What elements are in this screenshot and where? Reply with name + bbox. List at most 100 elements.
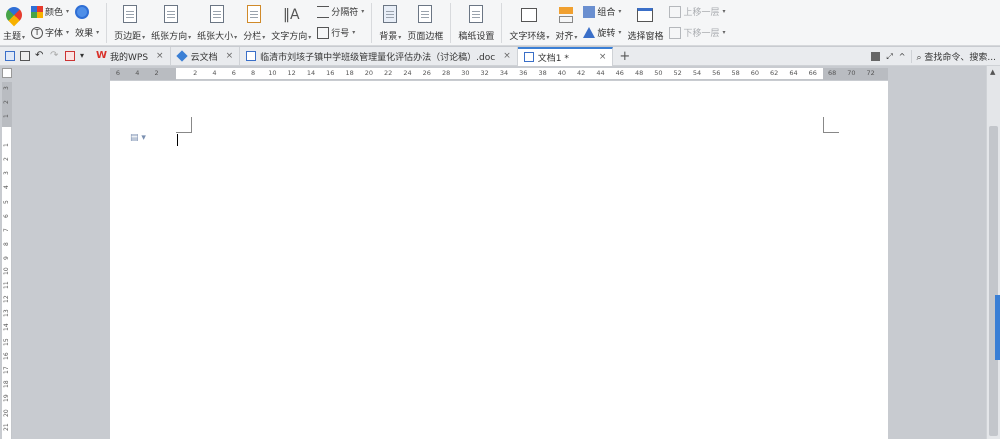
tab-cloud-docs[interactable]: 云文档 × — [171, 46, 241, 66]
ruler-tick-label: 3 — [3, 171, 10, 176]
ruler-tick-label: 42 — [577, 69, 586, 77]
bring-forward-button[interactable]: 上移一层 ▾ — [669, 4, 725, 19]
document-tab-bar: ↶ ↷ ▾ W 我的WPS × 云文档 × 临清市刘垓子镇中学班级管理量化评估办… — [0, 46, 1000, 66]
redo-icon[interactable]: ↷ — [50, 51, 60, 61]
email-icon[interactable] — [65, 51, 75, 61]
wrap-text-button[interactable]: 文字环绕▾ — [506, 2, 552, 44]
breaks-button[interactable]: 分隔符 ▾ — [317, 4, 364, 19]
document-page[interactable]: ▤ ▾ — [110, 81, 888, 439]
effect-icon — [75, 4, 90, 19]
ruler-tick-label: 2 — [193, 69, 198, 77]
ruler-tick-label: 18 — [345, 69, 354, 77]
ruler-tick-label: 11 — [3, 281, 10, 289]
ruler-tick-label: 20 — [3, 408, 10, 417]
ruler-tick-label: 2 — [3, 100, 10, 105]
close-icon[interactable]: × — [599, 52, 607, 62]
ruler-tick-label: 24 — [403, 69, 412, 77]
columns-button[interactable]: 分栏▾ — [240, 2, 268, 44]
align-button[interactable]: 对齐▾ — [552, 2, 580, 44]
close-icon[interactable]: × — [226, 51, 234, 61]
margins-button[interactable]: 页边距▾ — [111, 2, 148, 44]
rotate-button[interactable]: 旋转 ▾ — [583, 25, 621, 40]
ruler-tick-label: 38 — [538, 69, 547, 77]
ruler-tick-label: 60 — [750, 69, 760, 77]
ruler-tick-label: 4 — [212, 69, 217, 77]
ruler-tick-label: 58 — [731, 69, 740, 77]
ruler-tick-label: 2 — [3, 157, 10, 161]
ruler-tick-label: 18 — [3, 380, 10, 389]
document-icon — [246, 51, 257, 61]
page-setup-group: 页边距▾ 纸张方向▾ 纸张大小▾ 分栏▾ ‖A 文字方向▾ 分隔符 ▾ 行号 ▾ — [111, 0, 367, 46]
customize-dropdown-icon[interactable]: ▾ — [80, 51, 90, 61]
ruler-tick-label: 7 — [3, 228, 10, 232]
ruler-tick-label: 1 — [3, 142, 10, 147]
cloud-docs-icon — [175, 50, 188, 62]
print-icon[interactable] — [20, 51, 30, 61]
ruler-tick-label: 10 — [268, 69, 277, 77]
ruler-tick-label: 26 — [422, 69, 431, 77]
tab-document-doc[interactable]: 临清市刘垓子镇中学班级管理量化评估办法（讨论稿）.doc × — [240, 46, 518, 66]
close-icon[interactable]: × — [503, 51, 511, 61]
ruler-tick-label: 20 — [364, 69, 374, 77]
command-search[interactable]: ⌕ 查找命令、搜索... — [911, 50, 996, 63]
font-button[interactable]: T 字体 ▾ — [31, 25, 69, 40]
vertical-scrollbar[interactable]: ▲ — [986, 66, 1000, 439]
send-backward-button[interactable]: 下移一层 ▾ — [669, 25, 725, 40]
effect-button[interactable]: 效果 ▾ — [75, 25, 99, 40]
orientation-button[interactable]: 纸张方向▾ — [148, 2, 194, 44]
paper-size-button[interactable]: 纸张大小▾ — [194, 2, 240, 44]
tab-document1[interactable]: 文档1 * × — [517, 46, 614, 66]
ruler-tick-label: 9 — [3, 256, 10, 261]
ruler-tick-label: 1 — [3, 114, 10, 119]
background-button[interactable]: 背景▾ — [376, 2, 404, 44]
new-tab-button[interactable]: + — [613, 49, 636, 64]
ruler-tick-label: 32 — [480, 69, 489, 77]
ruler-tick-label: 15 — [3, 337, 10, 346]
selection-pane-button[interactable]: 选择窗格 — [624, 2, 666, 44]
separator — [106, 3, 108, 43]
margins-icon — [120, 5, 140, 25]
ruler-tick-label: 64 — [789, 69, 798, 77]
skin-icon[interactable] — [871, 52, 881, 61]
ruler-tick-label: 17 — [3, 366, 10, 374]
vertical-ruler[interactable]: 3 2 1 1 2 3 4 5 6 7 8 9 10 11 12 13 14 15 16 17 18 19 20 21 — [2, 82, 12, 439]
ruler-tick-label: 2 — [154, 69, 159, 77]
horizontal-ruler[interactable]: 6 4 2 2 4 6 8 10 12 14 16 18 20 22 24 26 28 30 32 34 36 38 40 4… — [110, 68, 888, 80]
paragraph-layout-icon[interactable]: ▤ ▾ — [130, 133, 146, 143]
undo-icon[interactable]: ↶ — [35, 51, 45, 61]
color-button[interactable]: 颜色 ▾ — [31, 4, 69, 19]
ruler-tick-label: 54 — [692, 69, 702, 77]
save-icon[interactable] — [5, 51, 15, 61]
effect-shape-button[interactable] — [75, 4, 99, 19]
search-icon: ⌕ — [916, 53, 922, 63]
close-icon[interactable]: × — [156, 51, 164, 61]
document-icon — [523, 52, 534, 62]
ruler-tick-label: 52 — [673, 69, 682, 77]
wrap-text-icon — [519, 5, 539, 25]
ruler-corner[interactable] — [2, 68, 12, 78]
wps-logo-icon: W — [96, 50, 108, 61]
scroll-up-icon[interactable]: ▲ — [990, 68, 995, 76]
ruler-tick-label: 50 — [654, 69, 663, 77]
page-border-button[interactable]: 页面边框 — [404, 2, 446, 44]
text-direction-button[interactable]: ‖A 文字方向▾ — [268, 2, 314, 44]
ruler-tick-label: 30 — [461, 69, 470, 77]
side-panel-handle[interactable] — [995, 295, 1000, 360]
manuscript-button[interactable]: 稿纸设置 — [455, 2, 497, 44]
columns-icon — [244, 5, 264, 25]
ruler-tick-label: 62 — [770, 69, 779, 77]
align-icon — [556, 5, 576, 25]
margin-marker-top-left — [176, 117, 192, 133]
collapse-icon[interactable]: ^ — [899, 52, 906, 61]
theme-button[interactable]: 主题▾ — [0, 2, 28, 44]
group-button[interactable]: 组合 ▾ — [583, 4, 621, 19]
selection-pane-icon — [635, 5, 655, 25]
ruler-tick-label: 6 — [3, 213, 10, 218]
background-icon — [380, 5, 400, 25]
line-numbers-button[interactable]: 行号 ▾ — [317, 25, 364, 40]
arrange-group: 文字环绕▾ 对齐▾ 组合 ▾ 旋转 ▾ 选择窗格 上移一层 ▾ 下移一层 ▾ — [506, 0, 728, 46]
tab-my-wps[interactable]: W 我的WPS × — [90, 46, 171, 66]
expand-icon[interactable]: ⤢ — [886, 52, 892, 62]
ruler-tick-label: 6 — [231, 69, 236, 77]
scrollbar-thumb[interactable] — [989, 126, 998, 436]
